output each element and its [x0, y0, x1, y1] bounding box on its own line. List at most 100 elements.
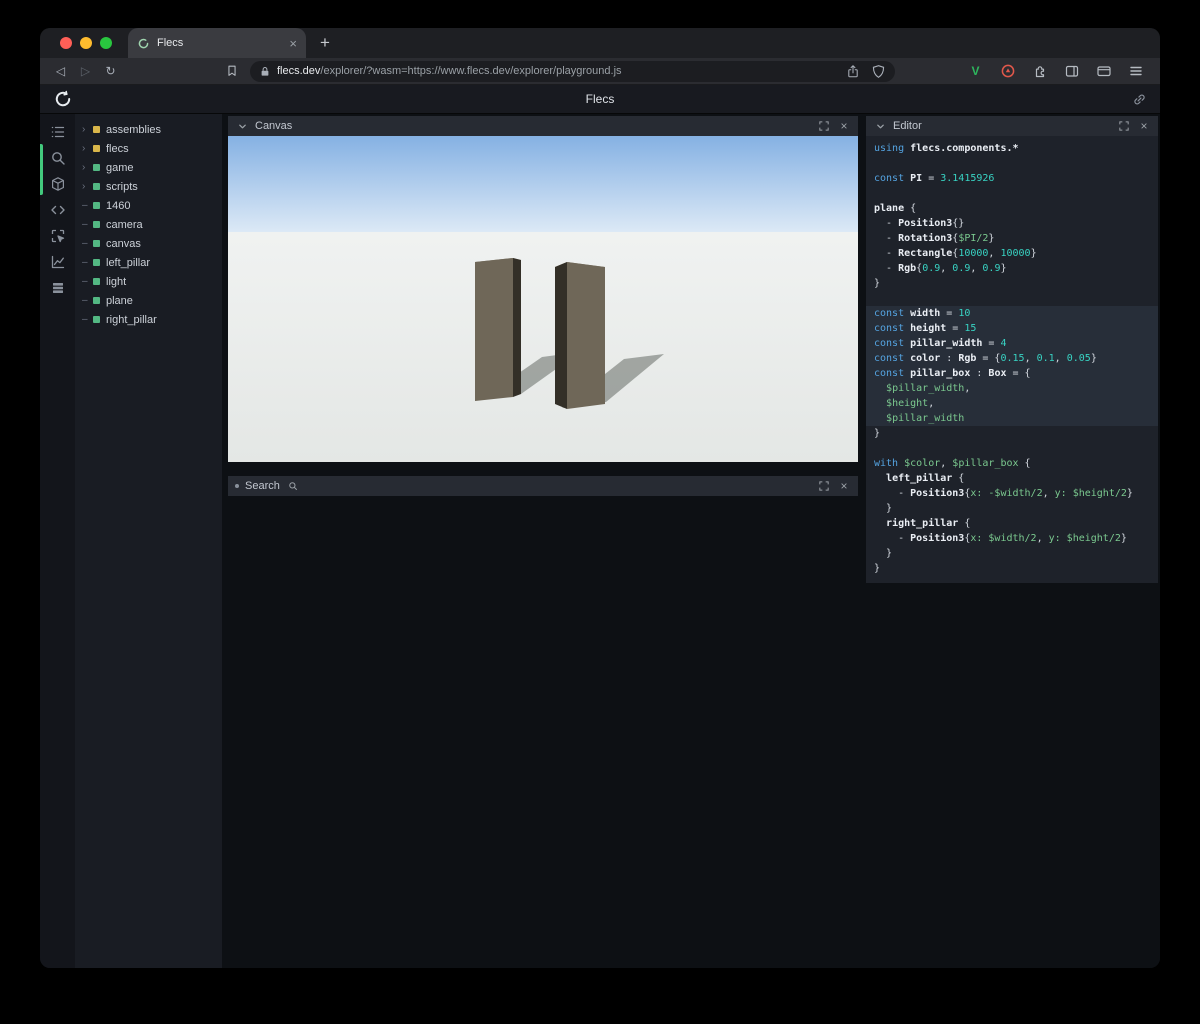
collapsed-panel-dot-icon[interactable]: [235, 484, 239, 488]
close-panel-icon[interactable]: ×: [837, 479, 851, 493]
code-line[interactable]: - Position3{x: -$width/2, y: $height/2}: [866, 486, 1158, 501]
search-icon[interactable]: [40, 145, 75, 171]
tree-item-flecs[interactable]: › flecs: [75, 139, 222, 158]
tree-item-label: camera: [106, 218, 143, 231]
extensions-icon[interactable]: [1027, 60, 1052, 83]
editor-panel-header[interactable]: Editor ×: [866, 116, 1158, 136]
code-line[interactable]: [866, 156, 1158, 171]
tree-item-label: game: [106, 161, 134, 174]
tree-item-game[interactable]: › game: [75, 158, 222, 177]
shield-icon[interactable]: [871, 64, 886, 79]
canvas-panel-header[interactable]: Canvas ×: [228, 116, 858, 136]
tree-branch-icon: –: [82, 313, 88, 325]
scene-ground: [228, 232, 858, 462]
zoom-window-button[interactable]: [100, 37, 112, 49]
code-line[interactable]: }: [866, 501, 1158, 516]
tree-item-label: right_pillar: [106, 313, 157, 326]
new-tab-button[interactable]: +: [312, 30, 338, 56]
tree-item-right_pillar[interactable]: – right_pillar: [75, 310, 222, 329]
code-line[interactable]: const pillar_box : Box = {: [866, 366, 1158, 381]
code-line[interactable]: - Position3{x: $width/2, y: $height/2}: [866, 531, 1158, 546]
tree-item-camera[interactable]: – camera: [75, 215, 222, 234]
expand-panel-icon[interactable]: [817, 479, 831, 493]
expand-arrow-icon[interactable]: ›: [82, 181, 93, 192]
code-line[interactable]: }: [866, 276, 1158, 291]
code-line[interactable]: const PI = 3.1415926: [866, 171, 1158, 186]
code-line[interactable]: $pillar_width: [866, 411, 1158, 426]
chart-icon[interactable]: [40, 249, 75, 275]
expand-arrow-icon[interactable]: ›: [82, 162, 93, 173]
code-line[interactable]: const pillar_width = 4: [866, 336, 1158, 351]
code-line[interactable]: left_pillar {: [866, 471, 1158, 486]
code-line[interactable]: $pillar_width,: [866, 381, 1158, 396]
chevron-down-icon[interactable]: [235, 119, 249, 133]
expand-panel-icon[interactable]: [817, 119, 831, 133]
code-icon[interactable]: [40, 197, 75, 223]
tree-item-1460[interactable]: – 1460: [75, 196, 222, 215]
rows-icon[interactable]: [40, 275, 75, 301]
code-line[interactable]: - Rectangle{10000, 10000}: [866, 246, 1158, 261]
code-line[interactable]: right_pillar {: [866, 516, 1158, 531]
code-line[interactable]: }: [866, 426, 1158, 441]
share-icon[interactable]: [846, 64, 860, 79]
tree-item-label: 1460: [106, 199, 131, 212]
minimize-window-button[interactable]: [80, 37, 92, 49]
tree-item-assemblies[interactable]: › assemblies: [75, 120, 222, 139]
code-line[interactable]: const height = 15: [866, 321, 1158, 336]
tree-item-scripts[interactable]: › scripts: [75, 177, 222, 196]
code-line[interactable]: [866, 291, 1158, 306]
code-line[interactable]: const color : Rgb = {0.15, 0.1, 0.05}: [866, 351, 1158, 366]
tree-item-left_pillar[interactable]: – left_pillar: [75, 253, 222, 272]
tree-item-label: plane: [106, 294, 133, 307]
browser-tab[interactable]: Flecs ×: [128, 28, 306, 58]
code-line[interactable]: using flecs.components.*: [866, 141, 1158, 156]
tree-item-canvas[interactable]: – canvas: [75, 234, 222, 253]
menu-icon[interactable]: [1123, 60, 1148, 83]
code-line[interactable]: const width = 10: [866, 306, 1158, 321]
wallet-icon[interactable]: [1091, 60, 1116, 83]
right-pillar-side: [555, 262, 567, 409]
chevron-down-icon[interactable]: [873, 119, 887, 133]
code-line[interactable]: }: [866, 546, 1158, 561]
entity-color-swatch: [93, 202, 100, 209]
expand-panel-icon[interactable]: [1117, 119, 1131, 133]
canvas-3d-scene[interactable]: [228, 136, 858, 462]
bookmark-icon[interactable]: [219, 60, 244, 83]
code-line[interactable]: - Rotation3{$PI/2}: [866, 231, 1158, 246]
search-panel-header[interactable]: Search ×: [228, 476, 858, 496]
code-line[interactable]: [866, 441, 1158, 456]
url-bar[interactable]: flecs.dev/explorer/?wasm=https://www.fle…: [250, 60, 895, 82]
cube-icon[interactable]: [40, 171, 75, 197]
search-panel: Search ×: [228, 476, 858, 496]
reload-button[interactable]: ↻: [98, 60, 123, 83]
vpn-icon[interactable]: V: [963, 60, 988, 83]
code-line[interactable]: $height,: [866, 396, 1158, 411]
tree-item-label: left_pillar: [106, 256, 151, 269]
code-line[interactable]: [866, 186, 1158, 201]
expand-arrow-icon[interactable]: ›: [82, 143, 93, 154]
lock-icon: [259, 65, 271, 78]
forward-button[interactable]: ▷: [73, 60, 98, 83]
tree-item-light[interactable]: – light: [75, 272, 222, 291]
close-panel-icon[interactable]: ×: [837, 119, 851, 133]
tab-close-icon[interactable]: ×: [289, 36, 297, 51]
sidebar-icon[interactable]: [1059, 60, 1084, 83]
code-line[interactable]: plane {: [866, 201, 1158, 216]
code-line[interactable]: - Position3{}: [866, 216, 1158, 231]
search-panel-title: Search: [245, 480, 280, 492]
share-link-icon[interactable]: [1132, 92, 1147, 107]
entity-color-swatch: [93, 259, 100, 266]
code-line[interactable]: - Rgb{0.9, 0.9, 0.9}: [866, 261, 1158, 276]
code-line[interactable]: }: [866, 561, 1158, 576]
tree-branch-icon: –: [82, 275, 88, 287]
editor-code[interactable]: using flecs.components.* const PI = 3.14…: [866, 136, 1158, 583]
tree-item-plane[interactable]: – plane: [75, 291, 222, 310]
expand-arrow-icon[interactable]: ›: [82, 124, 93, 135]
code-line[interactable]: with $color, $pillar_box {: [866, 456, 1158, 471]
rewards-icon[interactable]: [995, 60, 1020, 83]
hierarchy-icon[interactable]: [40, 119, 75, 145]
close-window-button[interactable]: [60, 37, 72, 49]
inspect-icon[interactable]: [40, 223, 75, 249]
back-button[interactable]: ◁: [48, 60, 73, 83]
close-panel-icon[interactable]: ×: [1137, 119, 1151, 133]
